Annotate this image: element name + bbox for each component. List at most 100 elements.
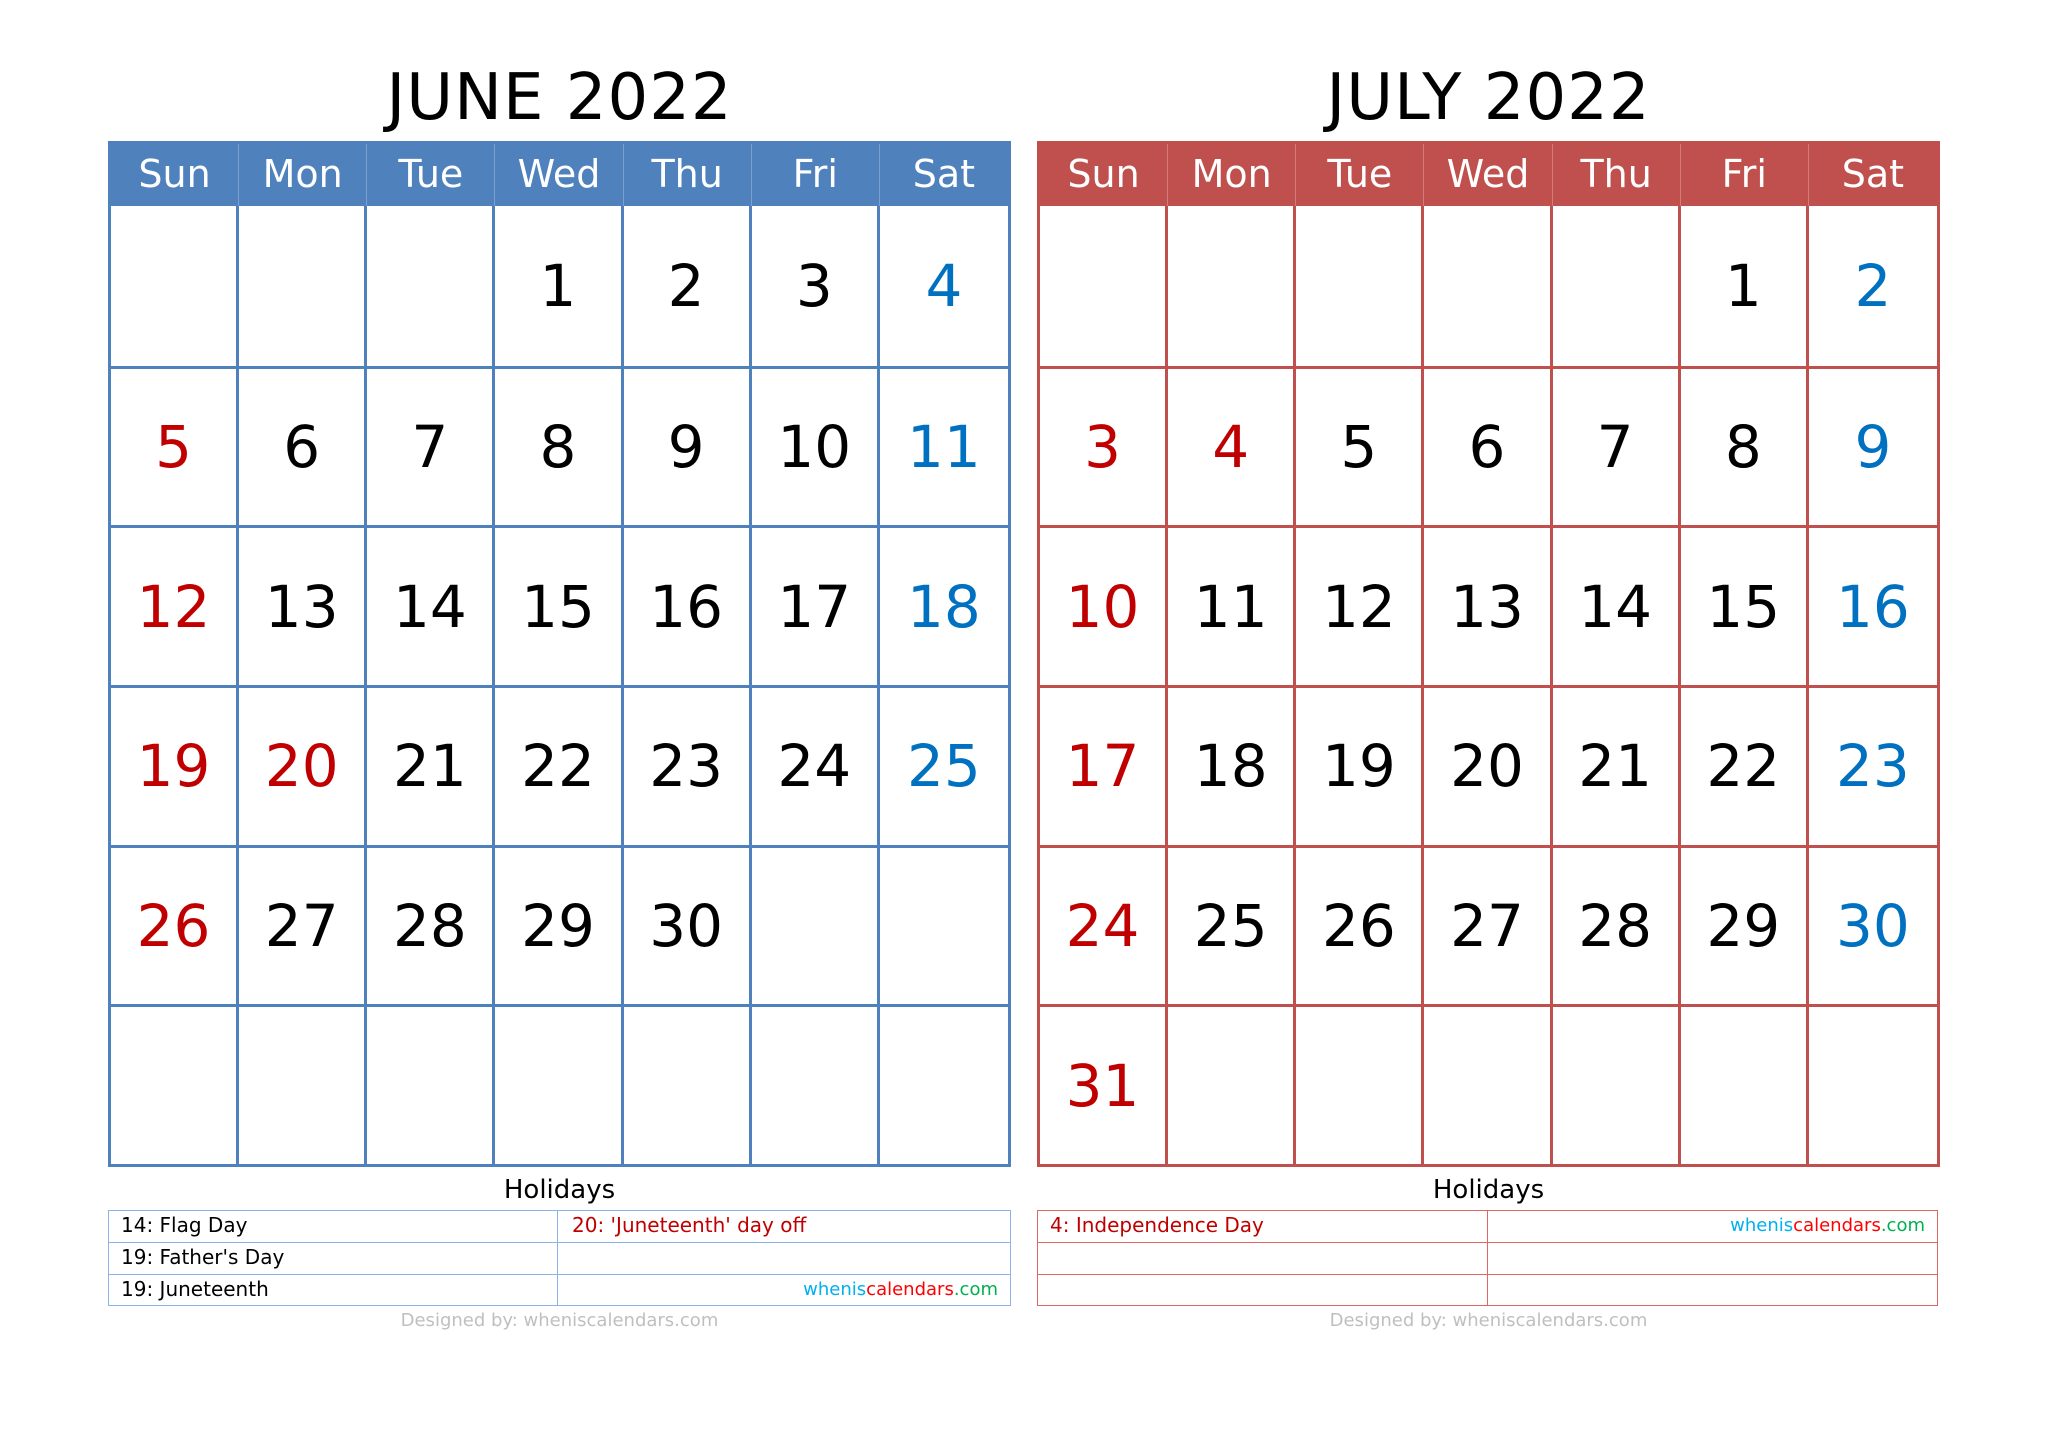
holiday-empty-cell bbox=[1488, 1273, 1937, 1305]
day-cell: 8 bbox=[495, 365, 624, 526]
day-cell: 22 bbox=[495, 685, 624, 845]
day-cell: 28 bbox=[1552, 844, 1681, 1005]
july-calendar: JULY 2022 Sun Mon Tue Wed Thu Fri Sat 1 2 3 4 5 6 7 8 9… bbox=[1037, 0, 1940, 1448]
empty-day-cell bbox=[111, 206, 240, 366]
site-watermark: wheniscalendars.com bbox=[558, 1273, 1010, 1305]
holidays-heading: Holidays bbox=[503, 1175, 616, 1205]
watermark-part2: calendars bbox=[1793, 1215, 1881, 1236]
day-cell: 7 bbox=[367, 365, 496, 526]
empty-day-cell bbox=[239, 206, 368, 366]
day-cell: 26 bbox=[1296, 844, 1425, 1005]
watermark-part2: calendars bbox=[866, 1278, 954, 1300]
day-cell: 30 bbox=[1808, 844, 1937, 1005]
day-cell: 31 bbox=[1040, 1004, 1169, 1164]
day-cell: 3 bbox=[752, 206, 880, 366]
day-cell: 19 bbox=[111, 685, 240, 845]
watermark-part1: whenis bbox=[1730, 1215, 1794, 1236]
day-cell: 29 bbox=[1680, 844, 1809, 1005]
calendar-grid: Sun Mon Tue Wed Thu Fri Sat 1 2 3 4 5 6 7 8 9 10 11 12 13 14… bbox=[1037, 141, 1940, 1167]
day-cell: 22 bbox=[1680, 685, 1809, 845]
weekday-header-sat: Sat bbox=[879, 144, 1008, 206]
holiday-empty-cell bbox=[1038, 1273, 1488, 1305]
day-cell: 21 bbox=[367, 685, 496, 845]
day-cell: 13 bbox=[239, 525, 368, 685]
day-cell: 20 bbox=[239, 685, 368, 845]
empty-day-cell bbox=[623, 1004, 752, 1164]
day-cell: 9 bbox=[1808, 365, 1937, 526]
empty-day-cell bbox=[495, 1004, 624, 1164]
holiday-empty-cell bbox=[1488, 1242, 1937, 1273]
weekday-header-sun: Sun bbox=[1040, 144, 1169, 206]
day-cell: 21 bbox=[1552, 685, 1681, 845]
weekday-header-mon: Mon bbox=[1168, 144, 1297, 206]
holiday-entry: 20: 'Juneteenth' day off bbox=[572, 1213, 807, 1237]
day-cell: 15 bbox=[495, 525, 624, 685]
day-cell: 4 bbox=[925, 251, 963, 320]
weekday-header-sat: Sat bbox=[1808, 144, 1937, 206]
calendar-grid: Sun Mon Tue Wed Thu Fri Sat 1 2 3 4 5 6 7 8 9 10 11 12 13 14… bbox=[108, 141, 1011, 1167]
weekday-header-thu: Thu bbox=[623, 144, 752, 206]
watermark-part1: whenis bbox=[803, 1278, 867, 1300]
day-cell: 20 bbox=[1424, 685, 1553, 845]
day-cell: 29 bbox=[495, 844, 624, 1005]
day-cell: 6 bbox=[1424, 365, 1553, 526]
day-cell: 11 bbox=[879, 365, 1008, 526]
month-title: JUNE 2022 bbox=[386, 61, 733, 135]
empty-day-cell bbox=[1680, 1004, 1809, 1164]
empty-day-cell bbox=[1424, 206, 1553, 366]
watermark-part3: .com bbox=[953, 1278, 998, 1300]
holiday-entry: 19: Juneteenth bbox=[109, 1273, 558, 1305]
day-cell: 26 bbox=[111, 844, 240, 1005]
day-cell: 1 bbox=[1681, 206, 1809, 366]
day-cell: 17 bbox=[1040, 685, 1169, 845]
day-cell: 1 bbox=[495, 206, 624, 366]
weekday-header-fri: Fri bbox=[1680, 144, 1809, 206]
day-cell: 3 bbox=[1040, 365, 1169, 526]
empty-day-cell bbox=[111, 1004, 240, 1164]
weekday-header-sun: Sun bbox=[111, 144, 240, 206]
day-cell: 5 bbox=[1296, 365, 1425, 526]
empty-day-cell bbox=[1552, 1004, 1681, 1164]
holidays-table: 14: Flag Day 20: 'Juneteenth' day off 19: … bbox=[108, 1210, 1011, 1306]
day-cell: 12 bbox=[111, 525, 240, 685]
weekday-header-tue: Tue bbox=[367, 144, 496, 206]
day-cell: 23 bbox=[1808, 685, 1937, 845]
day-cell: 24 bbox=[751, 685, 880, 845]
weekday-header-mon: Mon bbox=[239, 144, 368, 206]
day-cell: 13 bbox=[1424, 525, 1553, 685]
day-cell: 14 bbox=[367, 525, 496, 685]
day-cell: 10 bbox=[1040, 525, 1169, 685]
day-cell: 25 bbox=[1168, 844, 1297, 1005]
holiday-entry: 14: Flag Day bbox=[109, 1211, 558, 1243]
day-cell: 8 bbox=[1680, 365, 1809, 526]
day-cell: 18 bbox=[1168, 685, 1297, 845]
day-cell: 12 bbox=[1296, 525, 1425, 685]
day-cell: 11 bbox=[1168, 525, 1297, 685]
day-cell: 27 bbox=[1424, 844, 1553, 1005]
day-cell: 27 bbox=[239, 844, 368, 1005]
weekday-header-fri: Fri bbox=[751, 144, 880, 206]
day-cell: 7 bbox=[1552, 365, 1681, 526]
day-cell: 30 bbox=[623, 844, 752, 1005]
weekday-header-wed: Wed bbox=[495, 144, 624, 206]
day-cell: 6 bbox=[239, 365, 368, 526]
empty-day-cell bbox=[1168, 1004, 1297, 1164]
day-cell: 23 bbox=[623, 685, 752, 845]
day-cell: 28 bbox=[367, 844, 496, 1005]
day-cell: 15 bbox=[1680, 525, 1809, 685]
weekday-header-wed: Wed bbox=[1424, 144, 1553, 206]
empty-day-cell bbox=[879, 1004, 1008, 1164]
day-cell: 5 bbox=[111, 365, 240, 526]
holiday-entry: 19: Father's Day bbox=[109, 1242, 558, 1274]
day-cell: 2 bbox=[624, 206, 752, 366]
empty-day-cell bbox=[1040, 206, 1169, 366]
empty-day-cell bbox=[1424, 1004, 1553, 1164]
watermark-part3: .com bbox=[1880, 1215, 1925, 1236]
site-watermark: wheniscalendars.com bbox=[1488, 1211, 1937, 1242]
holidays-heading: Holidays bbox=[1432, 1175, 1545, 1205]
empty-day-cell bbox=[1553, 206, 1681, 366]
empty-day-cell bbox=[1296, 1004, 1425, 1164]
day-cell: 17 bbox=[751, 525, 880, 685]
day-cell: 4 bbox=[1168, 365, 1297, 526]
day-cell: 25 bbox=[879, 685, 1008, 845]
